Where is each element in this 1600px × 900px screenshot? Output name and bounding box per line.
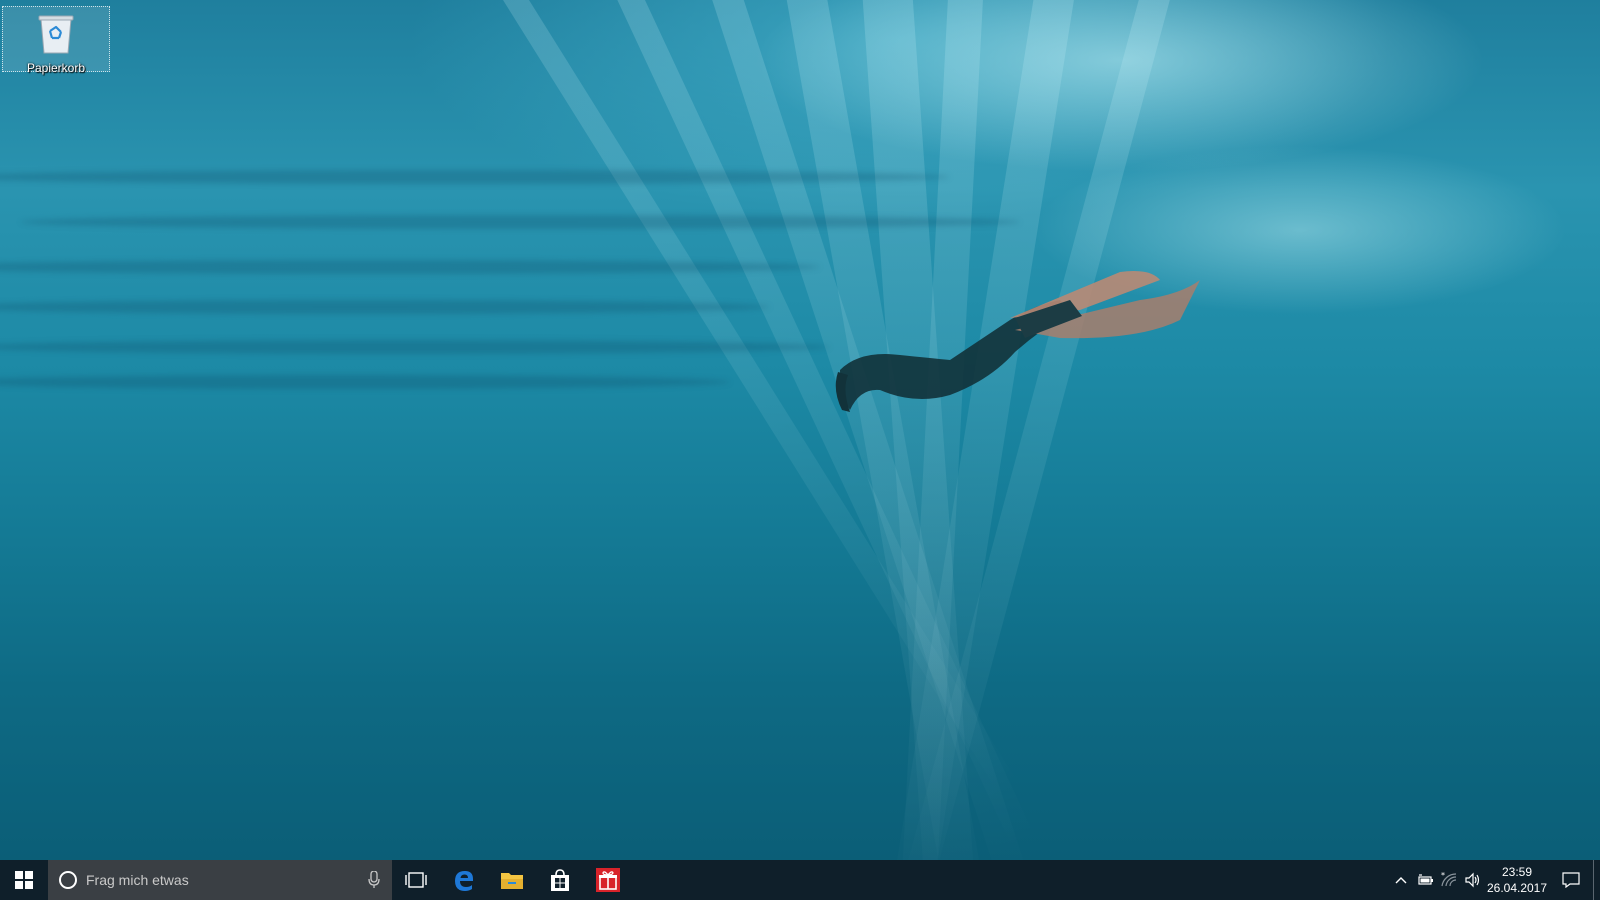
taskbar-app-store[interactable] <box>536 860 584 900</box>
task-view-button[interactable] <box>392 860 440 900</box>
water-ripple <box>0 170 950 184</box>
desktop-wallpaper: Papierkorb <box>0 0 1600 860</box>
diver-image <box>835 271 1200 415</box>
task-view-icon <box>405 872 427 888</box>
show-desktop-button[interactable] <box>1593 860 1600 900</box>
battery-button[interactable] <box>1413 860 1437 900</box>
recycle-bin-desktop-icon[interactable]: Papierkorb <box>2 6 110 75</box>
store-icon <box>551 869 569 891</box>
notification-icon <box>1562 872 1580 888</box>
wifi-icon: * <box>1441 872 1457 887</box>
microphone-icon[interactable] <box>368 871 380 889</box>
recycle-bin-label: Papierkorb <box>26 61 86 75</box>
gift-icon <box>596 868 620 892</box>
speaker-icon <box>1465 872 1480 888</box>
water-ripple <box>0 300 770 314</box>
water-ripple <box>0 375 730 389</box>
show-hidden-icons-button[interactable] <box>1389 860 1413 900</box>
recycle-bin-icon <box>38 15 74 54</box>
clock-time: 23:59 <box>1501 865 1533 879</box>
windows-logo-icon <box>15 871 33 889</box>
search-box[interactable]: Frag mich etwas <box>48 860 392 900</box>
edge-icon <box>455 871 473 891</box>
taskbar: Frag mich etwas * 23:59 26.04.2017 <box>0 860 1600 900</box>
battery-plug-icon <box>1418 874 1433 885</box>
taskbar-app-file-explorer[interactable] <box>488 860 536 900</box>
search-placeholder: Frag mich etwas <box>86 872 189 888</box>
folder-icon <box>501 873 523 889</box>
water-ripple <box>20 215 1020 229</box>
action-center-button[interactable] <box>1549 860 1593 900</box>
cortana-circle-icon <box>59 871 77 889</box>
volume-button[interactable] <box>1461 860 1485 900</box>
taskbar-app-edge[interactable] <box>440 860 488 900</box>
water-ripple <box>0 340 830 354</box>
clock-date: 26.04.2017 <box>1486 881 1548 895</box>
start-button[interactable] <box>0 860 48 900</box>
chevron-up-icon <box>1395 877 1407 884</box>
system-tray: * 23:59 26.04.2017 <box>1389 860 1600 900</box>
network-button[interactable]: * <box>1437 860 1461 900</box>
clock[interactable]: 23:59 26.04.2017 <box>1485 864 1549 896</box>
taskbar-app-gift[interactable] <box>584 860 632 900</box>
svg-text:*: * <box>1441 872 1445 880</box>
